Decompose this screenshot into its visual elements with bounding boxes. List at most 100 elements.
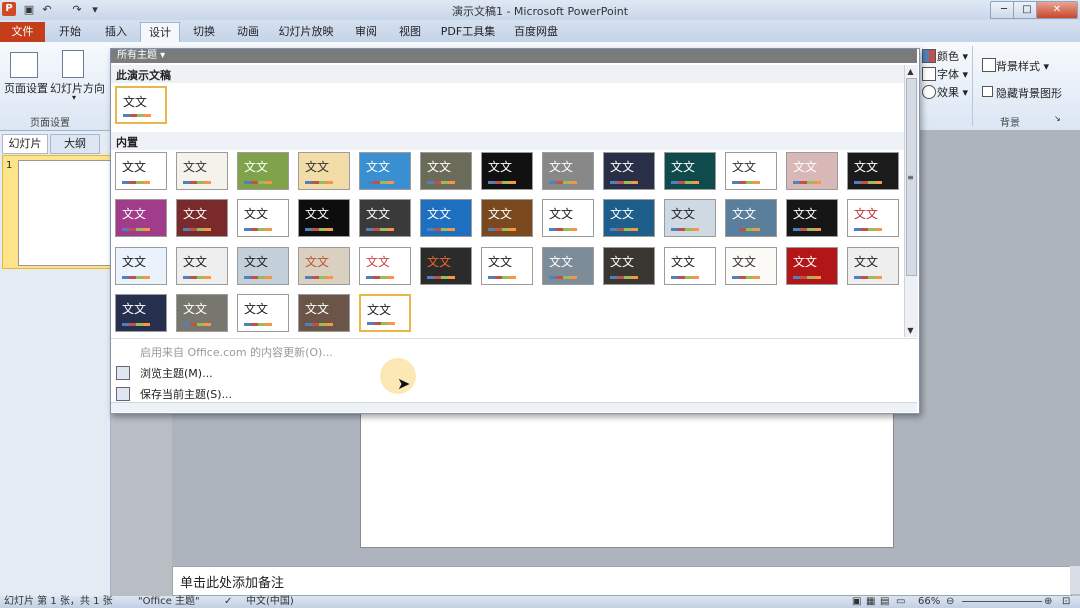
theme-thumbnail[interactable]: 文文 (847, 152, 899, 190)
chevron-down-icon[interactable]: ▾ (72, 93, 76, 102)
tab-review[interactable]: 审阅 (346, 22, 386, 42)
slide-orientation-button[interactable]: 幻灯片方向 (50, 80, 105, 96)
tab-home[interactable]: 开始 (50, 22, 90, 42)
theme-thumbnail[interactable]: 文文 (359, 294, 411, 332)
theme-thumbnail[interactable]: 文文 (481, 152, 533, 190)
theme-thumbnail[interactable]: 文文 (298, 152, 350, 190)
theme-thumbnail[interactable]: 文文 (481, 247, 533, 285)
theme-thumbnail[interactable]: 文文 (237, 247, 289, 285)
language-status[interactable]: 中文(中国) (246, 596, 294, 608)
save-theme-icon[interactable] (116, 387, 130, 401)
tab-baidu-netdisk[interactable]: 百度网盘 (508, 22, 564, 42)
theme-thumbnail[interactable]: 文文 (176, 152, 228, 190)
theme-thumbnail[interactable]: 文文 (176, 199, 228, 237)
theme-thumbnail[interactable]: 文文 (786, 247, 838, 285)
theme-thumbnail[interactable]: 文文 (664, 247, 716, 285)
zoom-out-icon[interactable]: ⊖ (946, 596, 954, 608)
theme-thumbnail[interactable]: 文文 (664, 152, 716, 190)
theme-thumbnail[interactable]: 文文 (786, 152, 838, 190)
theme-thumbnail[interactable]: 文文 (115, 247, 167, 285)
page-setup-button[interactable]: 页面设置 (4, 80, 48, 96)
theme-effects-icon[interactable] (922, 85, 936, 99)
background-styles-button[interactable]: 背景样式 ▾ (996, 58, 1049, 74)
background-styles-icon[interactable] (982, 58, 996, 72)
theme-thumbnail[interactable]: 文文 (115, 152, 167, 190)
slide-canvas[interactable] (360, 410, 894, 548)
theme-thumbnail[interactable]: 文文 (603, 199, 655, 237)
theme-colors-button[interactable]: 颜色 ▾ (937, 48, 968, 64)
zoom-slider[interactable] (962, 601, 1042, 602)
theme-thumbnail[interactable]: 文文 (725, 199, 777, 237)
theme-thumbnail[interactable]: 文文 (664, 199, 716, 237)
theme-thumbnail[interactable]: 文文 (725, 152, 777, 190)
theme-thumbnail[interactable]: 文文 (725, 247, 777, 285)
zoom-level[interactable]: 66% (918, 596, 940, 608)
theme-fonts-button[interactable]: 字体 ▾ (937, 66, 968, 82)
gallery-filter-header[interactable]: 所有主题 ▾ (111, 49, 917, 63)
spellcheck-icon[interactable]: ✓ (224, 596, 232, 608)
tab-transitions[interactable]: 切换 (184, 22, 224, 42)
reading-view-icon[interactable]: ▤ (880, 596, 889, 608)
tab-outline[interactable]: 大纲 (50, 134, 100, 154)
dialog-launcher-icon[interactable]: ↘ (1054, 114, 1061, 123)
scroll-down-icon[interactable]: ▼ (905, 325, 916, 336)
theme-thumbnail[interactable]: 文文 (542, 199, 594, 237)
theme-thumbnail[interactable]: 文文 (298, 247, 350, 285)
tab-view[interactable]: 视图 (390, 22, 430, 42)
theme-colors-icon[interactable] (922, 49, 936, 63)
normal-view-icon[interactable]: ▣ (852, 596, 861, 608)
hide-background-checkbox[interactable] (982, 86, 993, 97)
tab-slides[interactable]: 幻灯片 (2, 134, 48, 154)
page-setup-icon[interactable] (10, 52, 38, 78)
theme-thumbnail[interactable]: 文文 (359, 152, 411, 190)
theme-thumbnail[interactable]: 文文 (481, 199, 533, 237)
theme-thumbnail[interactable]: 文文 (237, 152, 289, 190)
gallery-resize-grip[interactable] (111, 402, 917, 412)
notes-pane[interactable] (172, 566, 1072, 596)
notes-scrollbar[interactable] (1070, 566, 1080, 594)
theme-thumbnail[interactable]: 文文 (420, 199, 472, 237)
theme-thumbnail[interactable]: 文文 (298, 294, 350, 332)
notes-placeholder[interactable]: 单击此处添加备注 (180, 572, 284, 591)
tab-insert[interactable]: 插入 (96, 22, 136, 42)
status-bar: 幻灯片 第 1 张，共 1 张 "Office 主题" ✓ 中文(中国) ▣ ▦… (0, 596, 1080, 608)
theme-thumbnail[interactable]: 文文 (298, 199, 350, 237)
slideshow-icon[interactable]: ▭ (896, 596, 905, 608)
zoom-in-icon[interactable]: ⊕ (1044, 596, 1052, 608)
theme-thumbnail[interactable]: 文文 (115, 86, 167, 124)
theme-thumbnail[interactable]: 文文 (237, 294, 289, 332)
theme-thumbnail[interactable]: 文文 (176, 294, 228, 332)
theme-thumbnail[interactable]: 文文 (359, 247, 411, 285)
theme-thumbnail[interactable]: 文文 (542, 152, 594, 190)
tab-pdf-tools[interactable]: PDF工具集 (436, 22, 500, 42)
browse-themes-icon[interactable] (116, 366, 130, 380)
theme-thumbnail[interactable]: 文文 (359, 199, 411, 237)
theme-thumbnail[interactable]: 文文 (603, 247, 655, 285)
tab-animations[interactable]: 动画 (228, 22, 268, 42)
theme-fonts-icon[interactable] (922, 67, 936, 81)
tab-slideshow[interactable]: 幻灯片放映 (274, 22, 338, 42)
theme-thumbnail[interactable]: 文文 (237, 199, 289, 237)
browse-themes-item[interactable]: 浏览主题(M)... (140, 365, 213, 381)
slide-orientation-icon[interactable] (62, 50, 84, 78)
tab-design[interactable]: 设计 (140, 22, 180, 43)
save-current-theme-item[interactable]: 保存当前主题(S)... (140, 386, 232, 402)
slide-thumbnail[interactable] (18, 160, 112, 266)
theme-thumbnail[interactable]: 文文 (176, 247, 228, 285)
theme-thumbnail[interactable]: 文文 (542, 247, 594, 285)
theme-thumbnail[interactable]: 文文 (603, 152, 655, 190)
theme-thumbnail[interactable]: 文文 (115, 199, 167, 237)
tab-file[interactable]: 文件 (0, 22, 45, 42)
scroll-up-icon[interactable]: ▲ (905, 66, 916, 77)
theme-effects-button[interactable]: 效果 ▾ (937, 84, 968, 100)
theme-name-status[interactable]: "Office 主题" (138, 596, 200, 608)
theme-thumbnail[interactable]: 文文 (847, 199, 899, 237)
theme-thumbnail[interactable]: 文文 (786, 199, 838, 237)
slide-sorter-icon[interactable]: ▦ (866, 596, 875, 608)
fit-to-window-icon[interactable]: ⊡ (1062, 596, 1070, 608)
theme-thumbnail[interactable]: 文文 (115, 294, 167, 332)
close-button[interactable]: ✕ (1036, 1, 1078, 19)
theme-thumbnail[interactable]: 文文 (847, 247, 899, 285)
theme-thumbnail[interactable]: 文文 (420, 247, 472, 285)
theme-thumbnail[interactable]: 文文 (420, 152, 472, 190)
